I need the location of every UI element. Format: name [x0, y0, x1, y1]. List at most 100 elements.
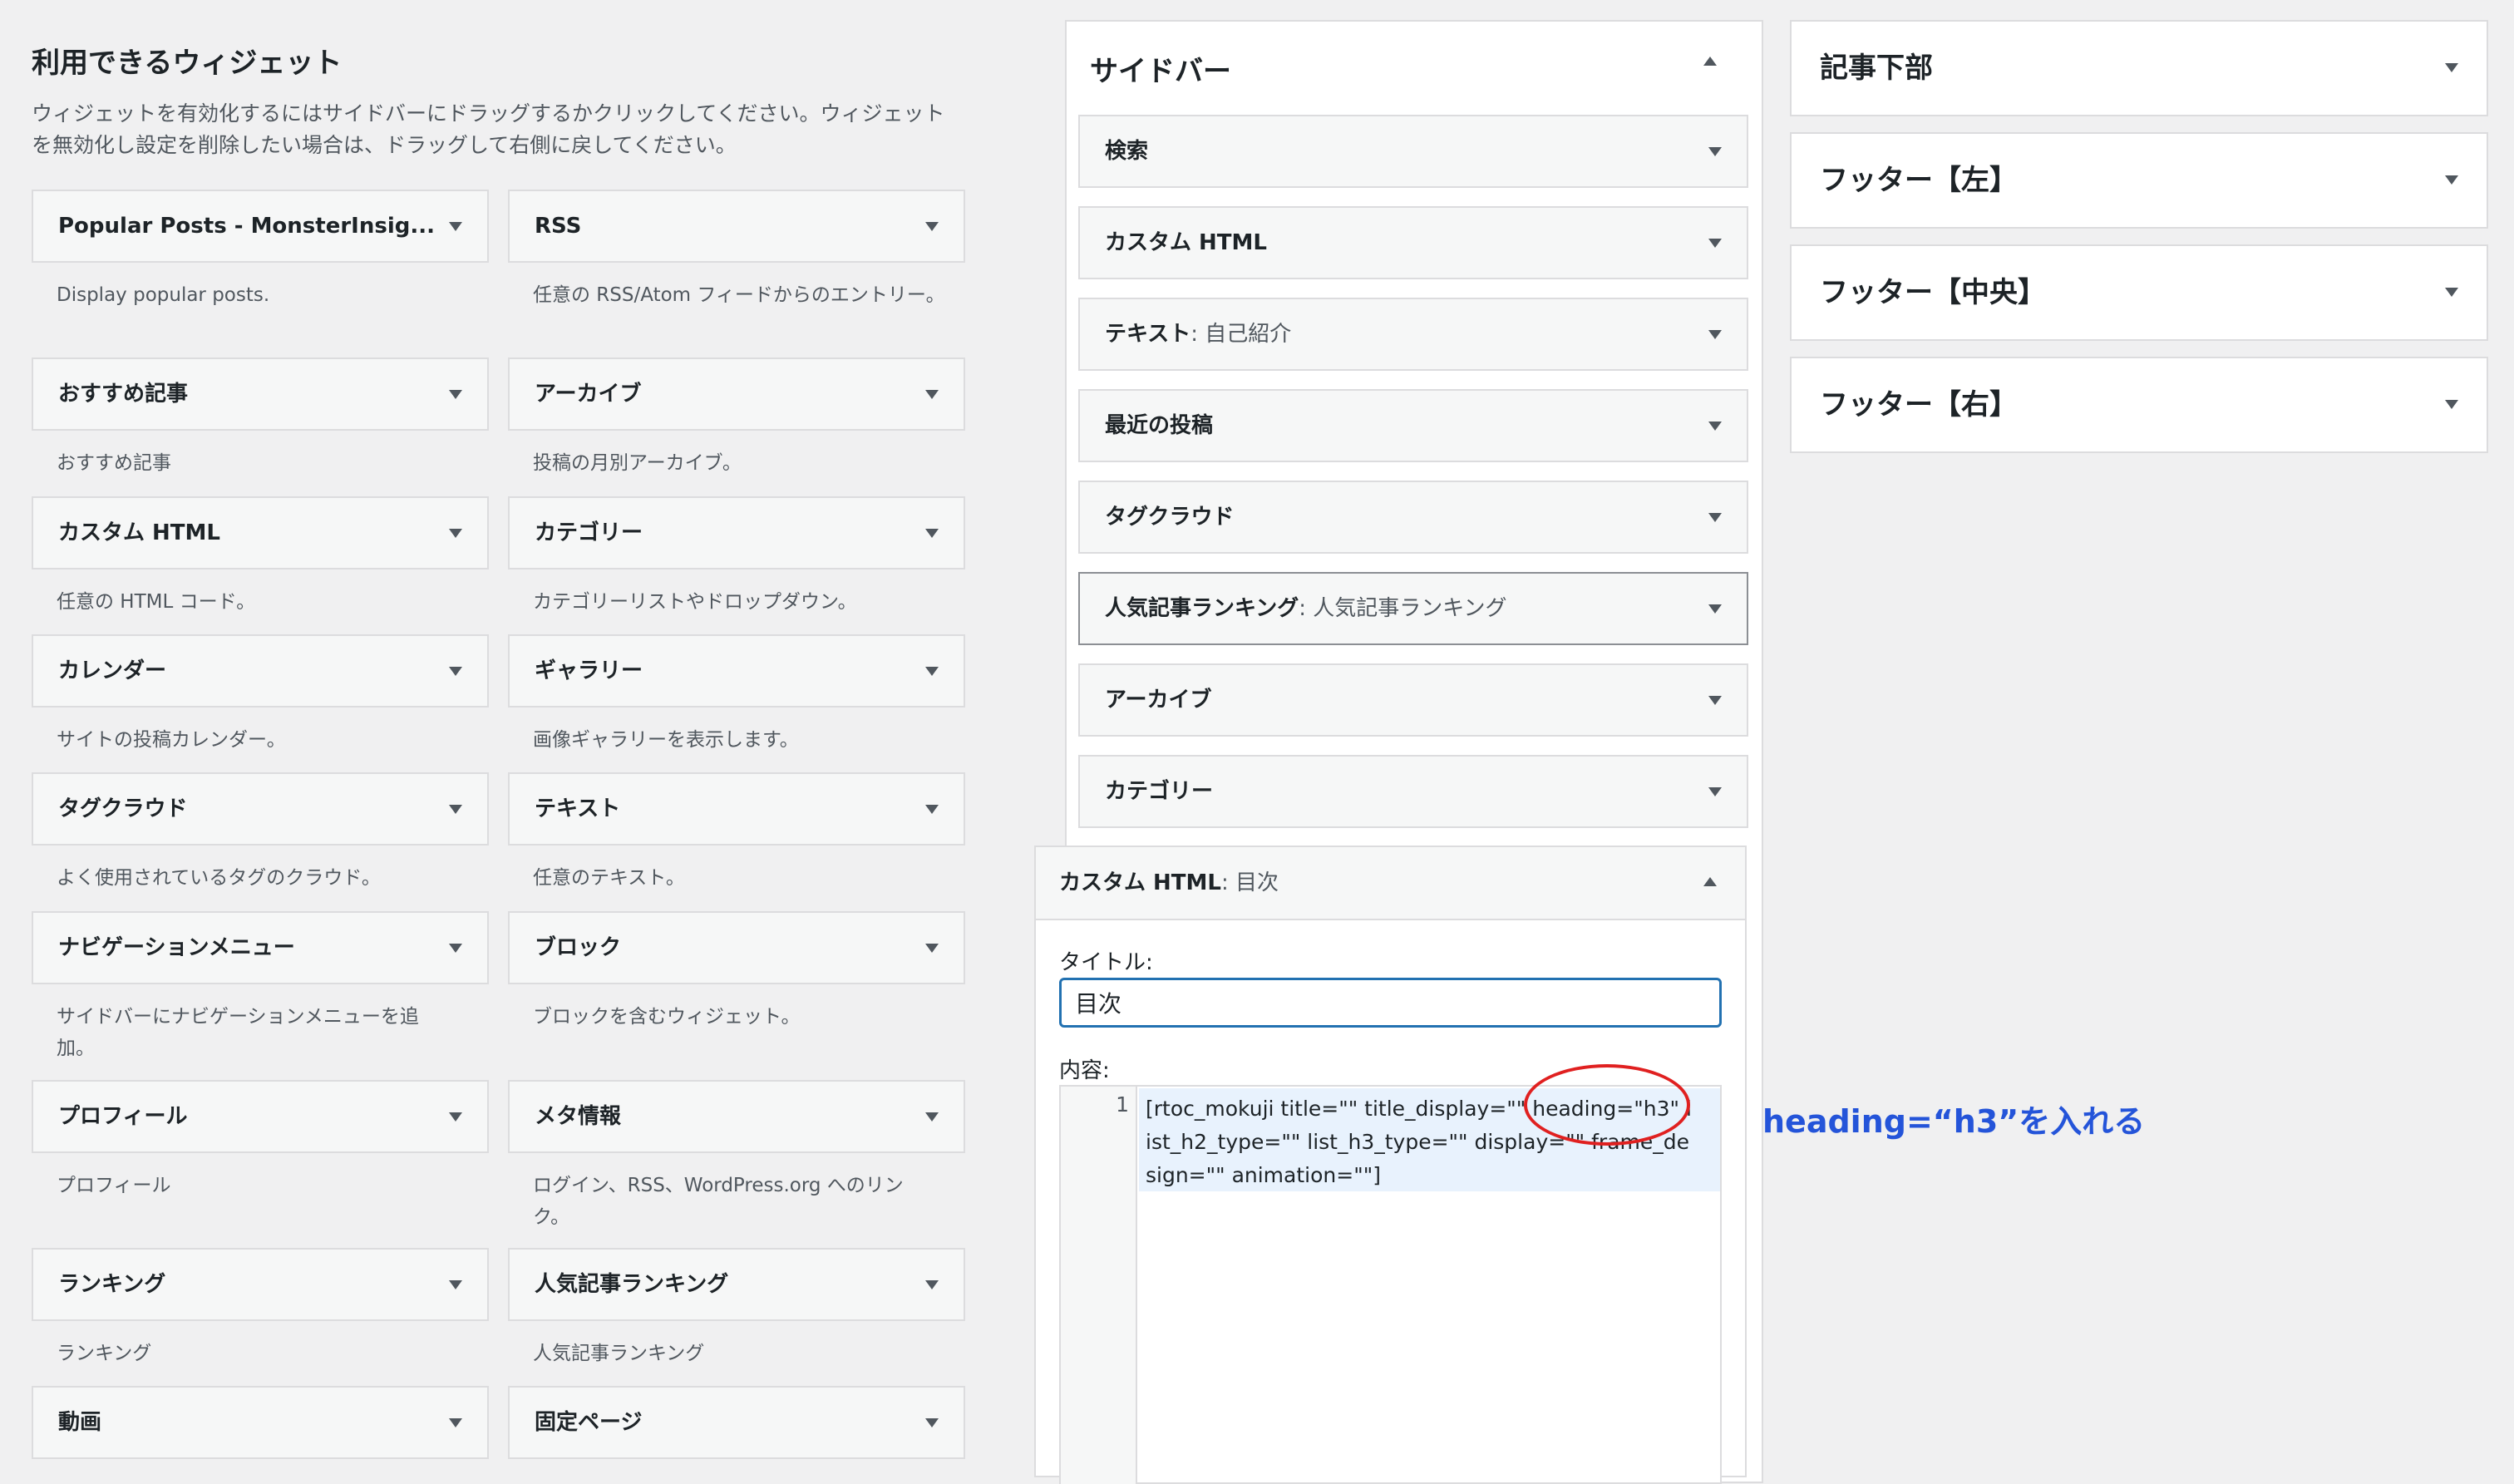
chevron-up-icon[interactable]	[1703, 877, 1717, 886]
chevron-down-icon[interactable]	[1708, 513, 1722, 522]
sidebar-widget-label: 最近の投稿	[1105, 413, 1214, 438]
highlight-circle	[1524, 1064, 1690, 1146]
chevron-down-icon[interactable]	[449, 222, 462, 231]
widget-description: カテゴリーリストやドロップダウン。	[533, 591, 857, 613]
widget-video[interactable]: 動画	[32, 1386, 489, 1459]
widget-label: カスタム HTML	[58, 520, 220, 545]
area-footer-right[interactable]: フッター【右】	[1790, 357, 2488, 453]
widget-calendar[interactable]: カレンダー	[32, 634, 489, 707]
widget-label: アーカイブ	[535, 382, 642, 407]
sidebar-widget-recent-posts[interactable]: 最近の投稿	[1078, 389, 1748, 462]
sidebar-widget-custom-html[interactable]: カスタム HTML	[1078, 206, 1748, 279]
widget-description: プロフィール	[57, 1175, 171, 1196]
chevron-down-icon[interactable]	[449, 805, 462, 814]
chevron-down-icon[interactable]	[1708, 787, 1722, 796]
sidebar-widget-tag-cloud[interactable]: タグクラウド	[1078, 481, 1748, 554]
area-title: フッター【中央】	[1820, 276, 2046, 309]
widget-label: カテゴリー	[535, 520, 643, 545]
widget-label: 固定ページ	[535, 1410, 643, 1435]
title-input[interactable]	[1059, 978, 1722, 1028]
chevron-down-icon[interactable]	[925, 529, 939, 538]
chevron-down-icon[interactable]	[1708, 330, 1722, 339]
widget-archives[interactable]: アーカイブ	[508, 357, 965, 431]
chevron-down-icon[interactable]	[449, 1280, 462, 1289]
sidebar-widget-label: 検索	[1105, 139, 1149, 164]
chevron-up-icon[interactable]	[1703, 57, 1717, 66]
sidebar-widget-categories[interactable]: カテゴリー	[1078, 755, 1748, 828]
chevron-down-icon[interactable]	[1708, 696, 1722, 705]
widget-description: Display popular posts.	[57, 284, 270, 306]
widget-tag-cloud[interactable]: タグクラウド	[32, 772, 489, 846]
widget-description: ブロックを含むウィジェット。	[533, 1006, 801, 1028]
widget-label: ブロック	[535, 935, 622, 960]
widget-description: 投稿の月別アーカイブ。	[533, 452, 742, 474]
chevron-down-icon[interactable]	[2445, 63, 2458, 72]
chevron-down-icon[interactable]	[449, 1112, 462, 1122]
sidebar-widget-popular-ranking[interactable]: 人気記事ランキング: 人気記事ランキング	[1078, 572, 1748, 645]
widget-description: サイドバーにナビゲーションメニューを追加。	[57, 1006, 419, 1059]
sidebar-widget-label: カテゴリー	[1105, 779, 1214, 804]
chevron-down-icon[interactable]	[925, 1280, 939, 1289]
widget-block[interactable]: ブロック	[508, 911, 965, 984]
widget-text[interactable]: テキスト	[508, 772, 965, 846]
widget-description: 任意の RSS/Atom フィードからのエントリー。	[533, 284, 945, 306]
area-footer-center[interactable]: フッター【中央】	[1790, 244, 2488, 341]
chevron-down-icon[interactable]	[1708, 422, 1722, 431]
widget-ranking[interactable]: ランキング	[32, 1248, 489, 1321]
widget-label: メタ情報	[535, 1104, 622, 1129]
area-below-article[interactable]: 記事下部	[1790, 20, 2488, 116]
available-widgets-title: 利用できるウィジェット	[32, 47, 343, 80]
area-footer-left[interactable]: フッター【左】	[1790, 132, 2488, 229]
chevron-down-icon[interactable]	[925, 944, 939, 953]
widget-label: おすすめ記事	[58, 382, 189, 407]
chevron-down-icon[interactable]	[925, 1112, 939, 1122]
chevron-down-icon[interactable]	[1708, 604, 1722, 614]
widget-label: ギャラリー	[535, 658, 643, 683]
chevron-down-icon[interactable]	[925, 805, 939, 814]
chevron-down-icon[interactable]	[2445, 400, 2458, 409]
annotation-text: heading=“h3”を入れる	[1762, 1103, 2146, 1140]
widget-description: 画像ギャラリーを表示します。	[533, 729, 799, 751]
widget-label: ランキング	[58, 1272, 166, 1297]
chevron-down-icon[interactable]	[1708, 147, 1722, 156]
chevron-down-icon[interactable]	[449, 944, 462, 953]
widget-custom-html[interactable]: カスタム HTML	[32, 496, 489, 569]
chevron-down-icon[interactable]	[449, 529, 462, 538]
widget-description: よく使用されているタグのクラウド。	[57, 867, 381, 889]
widget-rss[interactable]: RSS	[508, 190, 965, 263]
widget-popular-ranking[interactable]: 人気記事ランキング	[508, 1248, 965, 1321]
chevron-down-icon[interactable]	[449, 667, 462, 676]
custom-html-widget-title: カスタム HTML: 目次	[1059, 870, 1279, 895]
widget-description: おすすめ記事	[57, 452, 171, 474]
widget-navigation-menu[interactable]: ナビゲーションメニュー	[32, 911, 489, 984]
widget-description: 人気記事ランキング	[533, 1343, 705, 1364]
widget-profile[interactable]: プロフィール	[32, 1080, 489, 1153]
widget-popular-posts[interactable]: Popular Posts - MonsterInsig...	[32, 190, 489, 263]
chevron-down-icon[interactable]	[2445, 175, 2458, 185]
sidebar-area-title[interactable]: サイドバー	[1090, 48, 1231, 89]
widget-label: Popular Posts - MonsterInsig...	[58, 214, 435, 239]
chevron-down-icon[interactable]	[925, 667, 939, 676]
code-editor-gutter	[1061, 1087, 1137, 1484]
widget-gallery[interactable]: ギャラリー	[508, 634, 965, 707]
sidebar-widget-archives[interactable]: アーカイブ	[1078, 663, 1748, 737]
chevron-down-icon[interactable]	[925, 1418, 939, 1427]
widget-recommended-posts[interactable]: おすすめ記事	[32, 357, 489, 431]
widget-label: 人気記事ランキング	[535, 1272, 729, 1297]
chevron-down-icon[interactable]	[2445, 288, 2458, 297]
sidebar-widget-label: テキスト: 自己紹介	[1105, 322, 1292, 347]
widget-meta[interactable]: メタ情報	[508, 1080, 965, 1153]
chevron-down-icon[interactable]	[449, 390, 462, 399]
chevron-down-icon[interactable]	[925, 390, 939, 399]
chevron-down-icon[interactable]	[925, 222, 939, 231]
sidebar-widget-text[interactable]: テキスト: 自己紹介	[1078, 298, 1748, 371]
chevron-down-icon[interactable]	[1708, 239, 1722, 248]
widget-pages[interactable]: 固定ページ	[508, 1386, 965, 1459]
widget-description: 任意の HTML コード。	[57, 591, 256, 613]
sidebar-widget-label: カスタム HTML	[1105, 230, 1267, 255]
chevron-down-icon[interactable]	[449, 1418, 462, 1427]
widget-label: RSS	[535, 214, 582, 239]
sidebar-widget-search[interactable]: 検索	[1078, 115, 1748, 188]
widget-categories[interactable]: カテゴリー	[508, 496, 965, 569]
widget-label: ナビゲーションメニュー	[58, 935, 295, 960]
